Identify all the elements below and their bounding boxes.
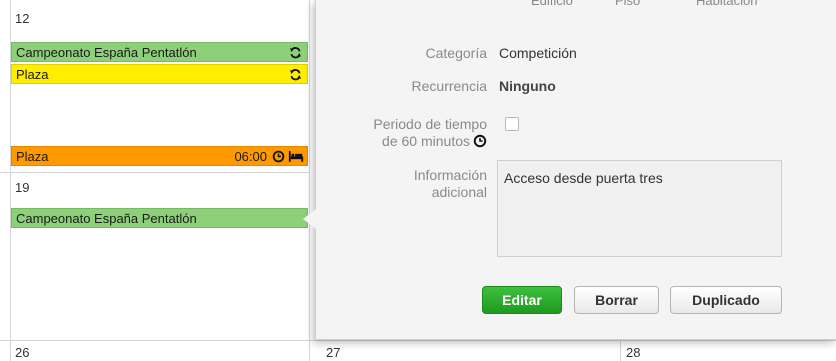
edit-button[interactable]: Editar (482, 286, 562, 314)
grid-line (0, 172, 309, 173)
time-period-label-line2: de 60 minutos (382, 133, 470, 149)
category-label: Categoría (425, 45, 487, 61)
calendar-event[interactable]: Plaza (11, 64, 308, 84)
recurrence-icon (289, 69, 302, 81)
day-number[interactable]: 28 (626, 345, 640, 360)
bed-icon (288, 151, 304, 162)
calendar-event[interactable]: Campeonato España Pentatlón (11, 42, 308, 62)
column-header: Piso (615, 0, 641, 8)
category-value: Competición (499, 45, 577, 61)
day-number[interactable]: 12 (15, 11, 29, 26)
grid-line (309, 0, 310, 361)
recurrence-icon (289, 47, 302, 59)
clock-icon (272, 150, 285, 163)
day-number[interactable]: 27 (326, 345, 340, 360)
recurrence-value: Ninguno (499, 78, 556, 94)
day-number[interactable]: 19 (15, 180, 29, 195)
column-header: Habitación (696, 0, 758, 8)
calendar-event[interactable]: Campeonato España Pentatlón (11, 208, 308, 228)
time-period-label: Periodo de tiempo de 60 minutos (373, 116, 487, 150)
event-title: Plaza (16, 149, 49, 164)
grid-line (0, 340, 836, 341)
additional-info-label-line2: adicional (431, 184, 487, 200)
time-period-checkbox[interactable] (505, 117, 519, 131)
event-title: Campeonato España Pentatlón (16, 211, 197, 226)
day-number[interactable]: 26 (15, 345, 29, 360)
column-header: Edificio (531, 0, 573, 8)
additional-info-label: Información adicional (414, 167, 487, 201)
duplicate-button[interactable]: Duplicado (670, 286, 782, 314)
recurrence-label: Recurrencia (411, 78, 487, 94)
clock-icon (473, 134, 487, 148)
event-title: Campeonato España Pentatlón (16, 45, 197, 60)
additional-info-textarea[interactable]: Acceso desde puerta tres (497, 160, 782, 257)
additional-info-label-line1: Información (413, 167, 487, 183)
delete-button[interactable]: Borrar (574, 286, 659, 314)
calendar-event[interactable]: Plaza 06:00 (11, 146, 308, 166)
event-time: 06:00 (234, 149, 267, 164)
popup-pointer (303, 209, 316, 229)
event-title: Plaza (16, 67, 49, 82)
time-period-label-line1: Periodo de tiempo (373, 116, 487, 132)
